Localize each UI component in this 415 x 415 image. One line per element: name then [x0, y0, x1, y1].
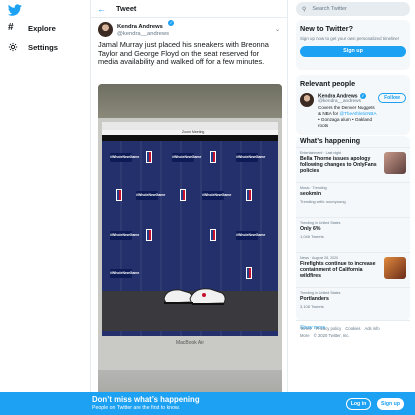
- whats-happening-card: What’s happening Entertainment · Last ni…: [296, 136, 410, 331]
- tweet-header: ← Tweet: [91, 0, 287, 18]
- trend-context: Trending in United States: [300, 291, 341, 295]
- new-to-twitter-title: New to Twitter?: [300, 24, 353, 33]
- backdrop-tag: #WholeNewGame: [172, 153, 201, 162]
- back-arrow-icon[interactable]: ←: [97, 4, 106, 14]
- footer-link[interactable]: Terms: [300, 326, 311, 331]
- footer-links: Terms Privacy policy Cookies Ads info Mo…: [300, 325, 410, 339]
- page-title: Tweet: [116, 4, 137, 13]
- nav-explore[interactable]: # Explore: [8, 23, 56, 33]
- backdrop-tag: #WholeNewGame: [110, 269, 139, 278]
- backdrop-tag: #WholeNewGame: [236, 231, 265, 240]
- nba-logo-icon: [146, 229, 152, 241]
- author-name[interactable]: Kendra Andrews: [117, 24, 163, 30]
- backdrop-tag: #WholeNewGame: [202, 191, 231, 200]
- tweet-author: Kendra Andrews ✓ @kendra__andrews ⌄: [98, 20, 280, 38]
- whats-happening-title: What’s happening: [300, 138, 361, 145]
- backdrop-tag: #WholeNewGame: [136, 191, 165, 200]
- gear-icon: [8, 42, 18, 52]
- nba-logo-icon: [210, 229, 216, 241]
- sneakers-image: [163, 288, 226, 305]
- trend-item[interactable]: Trending in United States Portlanders 3,…: [296, 287, 410, 320]
- tweet-photo[interactable]: Zoom Meeting #WholeNewGame #WholeNewGame…: [98, 84, 282, 415]
- macbook-label: MacBook Air: [175, 340, 205, 346]
- footer-link[interactable]: Cookies: [345, 326, 360, 331]
- trend-thumbnail: [384, 257, 406, 279]
- backdrop-tag: #WholeNewGame: [236, 153, 265, 162]
- avatar[interactable]: [300, 93, 314, 107]
- bottom-bar-title: Don’t miss what’s happening: [92, 395, 200, 404]
- tweet-text: Jamal Murray just placed his sneakers wi…: [98, 40, 269, 67]
- footer-link[interactable]: More: [300, 333, 310, 338]
- new-to-twitter-subtitle: Sign up now to get your own personalized…: [300, 36, 400, 41]
- trend-name: Firefights continue to increase containm…: [300, 261, 376, 279]
- twitter-bird-icon[interactable]: [7, 3, 22, 17]
- nba-logo-icon: [146, 151, 152, 163]
- nav-explore-label: Explore: [28, 23, 56, 33]
- trend-context: Music · Trending: [300, 186, 327, 190]
- backdrop-tag: #WholeNewGame: [110, 153, 139, 162]
- verified-badge-icon: ✓: [168, 20, 175, 27]
- nba-logo-icon: [180, 189, 186, 201]
- trend-thumbnail: [384, 152, 406, 174]
- trend-name: seokmin: [300, 191, 322, 197]
- search-placeholder: Search Twitter: [312, 6, 347, 12]
- right-sidebar: ⚲ Search Twitter New to Twitter? Sign up…: [296, 0, 412, 415]
- backdrop-tag: #WholeNewGame: [110, 231, 139, 240]
- signup-button-bottom[interactable]: Sign up: [377, 398, 404, 410]
- trend-name: Only 6%: [300, 226, 321, 232]
- bio-mention-link[interactable]: @TheAthleticNBA: [339, 111, 376, 116]
- relevant-person-bio: Covers the Denver Nuggets & NBA for @The…: [318, 105, 377, 129]
- trend-subtitle: 3,108 Tweets: [300, 304, 324, 309]
- zoom-menubar: [102, 122, 278, 130]
- trend-subtitle: Trending with: soonyoung: [300, 199, 346, 204]
- trend-name: Portlanders: [300, 296, 329, 302]
- signup-button[interactable]: Sign up: [300, 46, 406, 57]
- trend-item[interactable]: Trending in United States Only 6% 1,046 …: [296, 217, 410, 250]
- search-input[interactable]: ⚲ Search Twitter: [296, 2, 410, 16]
- follow-button[interactable]: Follow: [378, 93, 406, 103]
- bottom-bar-subtitle: People on Twitter are the first to know.: [92, 405, 180, 411]
- relevant-person: Kendra Andrews ✓ @kendra__andrews Covers…: [300, 93, 406, 129]
- trend-item[interactable]: Entertainment · Last night Bella Thorne …: [296, 147, 410, 180]
- laptop-screen: Zoom Meeting #WholeNewGame #WholeNewGame…: [102, 122, 278, 336]
- bottom-signup-bar: Don’t miss what’s happening People on Tw…: [0, 392, 415, 415]
- footer-link[interactable]: Ads info: [364, 326, 379, 331]
- nba-backdrop: #WholeNewGame #WholeNewGame #WholeNewGam…: [102, 141, 278, 336]
- search-icon: ⚲: [302, 6, 307, 13]
- nba-logo-icon: [246, 267, 252, 279]
- author-handle[interactable]: @kendra__andrews: [117, 31, 174, 39]
- trend-subtitle: 1,046 Tweets: [300, 234, 324, 239]
- tweet-column: ← Tweet Kendra Andrews ✓ @kendra__andrew…: [90, 0, 288, 415]
- login-button[interactable]: Log in: [346, 398, 371, 410]
- trend-item[interactable]: Music · Trending seokmin Trending with: …: [296, 182, 410, 215]
- nba-logo-icon: [210, 151, 216, 163]
- photo-wall: [98, 84, 282, 118]
- nav-settings[interactable]: Settings: [8, 42, 58, 52]
- trend-context: Trending in United States: [300, 221, 341, 225]
- relevant-people-title: Relevant people: [300, 79, 356, 88]
- nba-logo-icon: [116, 189, 122, 201]
- relevant-person-handle[interactable]: @kendra__andrews: [318, 99, 378, 104]
- left-nav: # Explore Settings: [0, 0, 88, 415]
- footer-copyright: © 2020 Twitter, Inc.: [313, 333, 350, 338]
- photo-laptop: Zoom Meeting #WholeNewGame #WholeNewGame…: [98, 118, 282, 394]
- avatar[interactable]: [98, 21, 113, 37]
- laptop-keyboard: [98, 370, 282, 394]
- hash-icon: #: [8, 22, 14, 33]
- nba-logo-icon: [246, 189, 252, 201]
- zoom-title: Zoom Meeting: [182, 130, 205, 134]
- relevant-people-card: Relevant people Kendra Andrews ✓ @kendra…: [296, 75, 410, 135]
- trend-name: Bella Thorne issues apology following ch…: [300, 156, 377, 174]
- new-to-twitter-card: New to Twitter? Sign up now to get your …: [296, 20, 410, 70]
- chevron-down-icon[interactable]: ⌄: [275, 26, 280, 33]
- nav-settings-label: Settings: [28, 42, 58, 52]
- trend-item[interactable]: News · August 28, 2020 Firefights contin…: [296, 252, 410, 285]
- footer-link[interactable]: Privacy policy: [316, 326, 342, 331]
